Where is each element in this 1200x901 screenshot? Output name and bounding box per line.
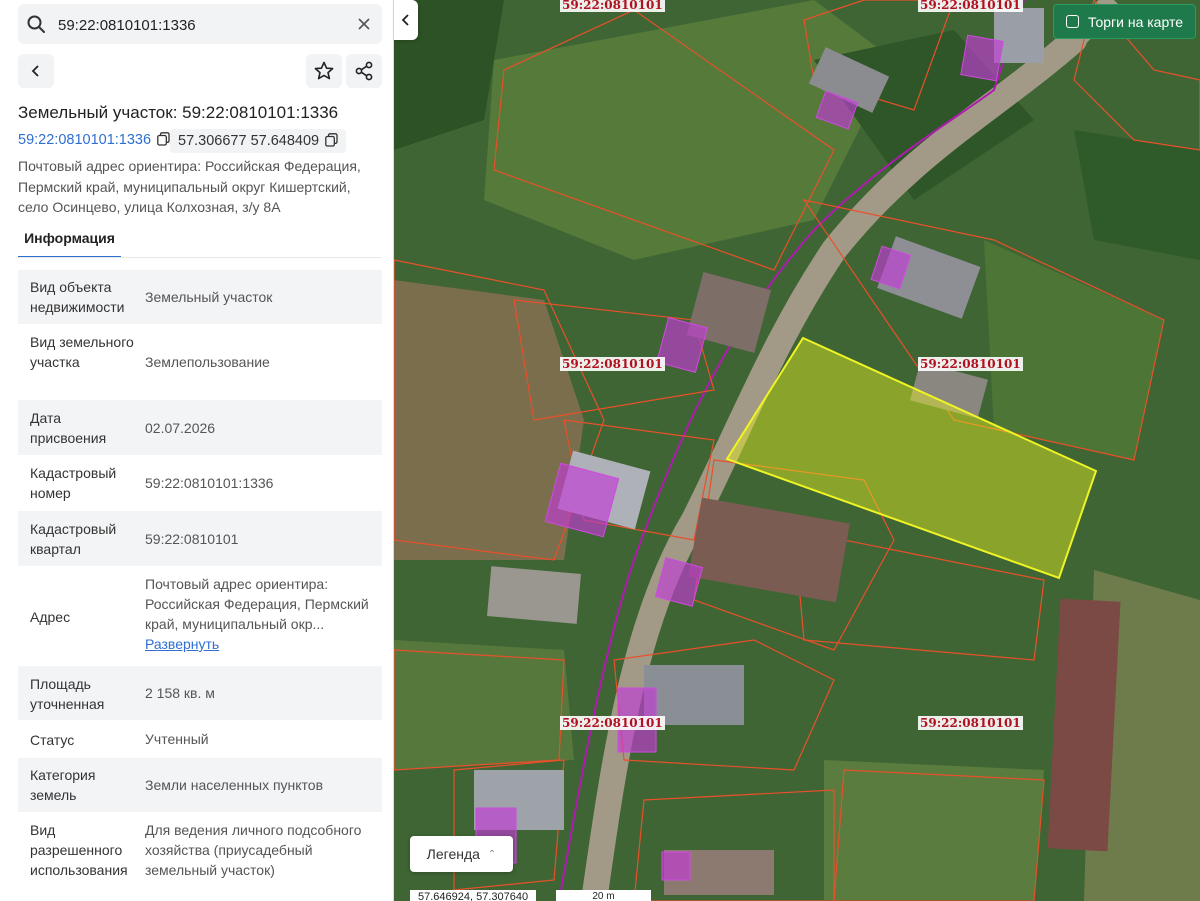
chevron-left-icon xyxy=(401,14,409,26)
info-row-permitted-use: Вид разрешенного использования Для веден… xyxy=(18,813,382,889)
info-row-status: Статус Учтенный xyxy=(18,721,382,757)
info-row-land-category: Категория земель Земли населенных пункто… xyxy=(18,758,382,812)
scale-bar: 20 m xyxy=(556,890,651,901)
info-value: 59:22:0810101:1336 xyxy=(145,475,274,491)
auction-toggle-button[interactable]: Торги на карте xyxy=(1053,4,1196,39)
info-label: Дата присвоения xyxy=(30,410,107,446)
copy-icon[interactable] xyxy=(157,132,170,146)
chevron-up-icon: ⌃ xyxy=(487,848,497,860)
info-value: Земельный участок xyxy=(145,289,273,305)
info-label: Статус xyxy=(30,732,75,748)
cursor-coordinates: 57.646924, 57.307640 xyxy=(410,890,537,901)
search-box xyxy=(18,4,382,44)
info-row-object-type: Вид объекта недвижимости Земельный участ… xyxy=(18,270,382,324)
address-truncated: Почтовый адрес ориентира: Российская Фед… xyxy=(145,576,369,632)
share-button[interactable] xyxy=(346,54,382,88)
field-patch xyxy=(824,760,1044,900)
info-label: Категория земель xyxy=(30,767,96,803)
auction-toggle-label: Торги на карте xyxy=(1088,13,1183,30)
info-value: Землепользование xyxy=(145,354,270,370)
map-canvas[interactable] xyxy=(394,0,1200,901)
legend-button[interactable]: Легенда ⌃ xyxy=(410,836,513,872)
info-row-address: Адрес Почтовый адрес ориентира: Российск… xyxy=(18,567,382,665)
info-value: Для ведения личного подсобного хозяйства… xyxy=(145,822,362,878)
info-value: 2 158 кв. м xyxy=(145,685,215,701)
legend-label: Легенда xyxy=(426,846,480,862)
info-label: Кадастровый номер xyxy=(30,465,117,501)
copy-icon[interactable] xyxy=(325,133,338,147)
quarter-label: 59:22:0810101 xyxy=(560,716,665,730)
share-icon xyxy=(355,61,373,81)
collapse-sidebar-button[interactable] xyxy=(394,0,418,40)
search-input[interactable] xyxy=(56,12,350,38)
page-title: Земельный участок: 59:22:0810101:1336 xyxy=(18,103,339,122)
favorite-button[interactable] xyxy=(306,54,342,88)
info-label: Вид земельного участка xyxy=(30,334,134,370)
info-label: Кадастровый квартал xyxy=(30,521,117,557)
cadastral-number-link[interactable]: 59:22:0810101:1336 xyxy=(18,132,170,148)
identifier-row: 59:22:0810101:1336 57.306677 57.648409 xyxy=(18,129,382,153)
expand-link[interactable]: Развернуть xyxy=(145,634,373,654)
back-button[interactable] xyxy=(18,54,54,88)
info-row-date: Дата присвоения 02.07.2026 xyxy=(18,400,382,455)
info-value: 02.07.2026 xyxy=(145,420,216,436)
quarter-label: 59:22:0810101 xyxy=(918,0,1023,12)
info-row-land-type: Вид земельного участка Землепользование xyxy=(18,325,382,399)
info-label: Вид объекта недвижимости xyxy=(30,279,125,315)
coordinates-chip[interactable]: 57.306677 57.648409 xyxy=(170,129,347,153)
quarter-label: 59:22:0810101 xyxy=(918,357,1023,371)
checkbox-icon[interactable] xyxy=(1066,15,1079,28)
info-value: Почтовый адрес ориентира: Российская Фед… xyxy=(145,574,373,654)
parcel-address: Почтовый адрес ориентира: Российская Фед… xyxy=(18,158,361,215)
info-label: Вид разрешенного использования xyxy=(30,822,128,878)
tab-information[interactable]: Информация xyxy=(18,224,121,258)
info-sidebar: Земельный участок: 59:22:0810101:1336 59… xyxy=(0,0,394,901)
close-icon[interactable] xyxy=(354,14,374,34)
satellite-map[interactable]: 59:22:0810101 59:22:0810101 59:22:081010… xyxy=(394,0,1200,901)
info-value: 59:22:0810101 xyxy=(145,531,239,547)
info-label: Адрес xyxy=(30,609,71,625)
tab-divider xyxy=(18,257,382,258)
chevron-left-icon xyxy=(31,65,39,77)
search-icon xyxy=(27,15,45,33)
info-row-area: Площадь уточненная 2 158 кв. м xyxy=(18,666,382,720)
quarter-label: 59:22:0810101 xyxy=(560,357,665,371)
info-row-cadastral-quarter: Кадастровый квартал 59:22:0810101 xyxy=(18,511,382,566)
quarter-label: 59:22:0810101 xyxy=(560,0,665,12)
info-value: Учтенный xyxy=(145,731,209,747)
info-label: Площадь уточненная xyxy=(30,676,105,712)
info-value: Земли населенных пунктов xyxy=(145,777,324,793)
info-row-cadastral-number: Кадастровый номер 59:22:0810101:1336 xyxy=(18,456,382,510)
quarter-label: 59:22:0810101 xyxy=(918,716,1023,730)
star-icon xyxy=(314,61,334,80)
